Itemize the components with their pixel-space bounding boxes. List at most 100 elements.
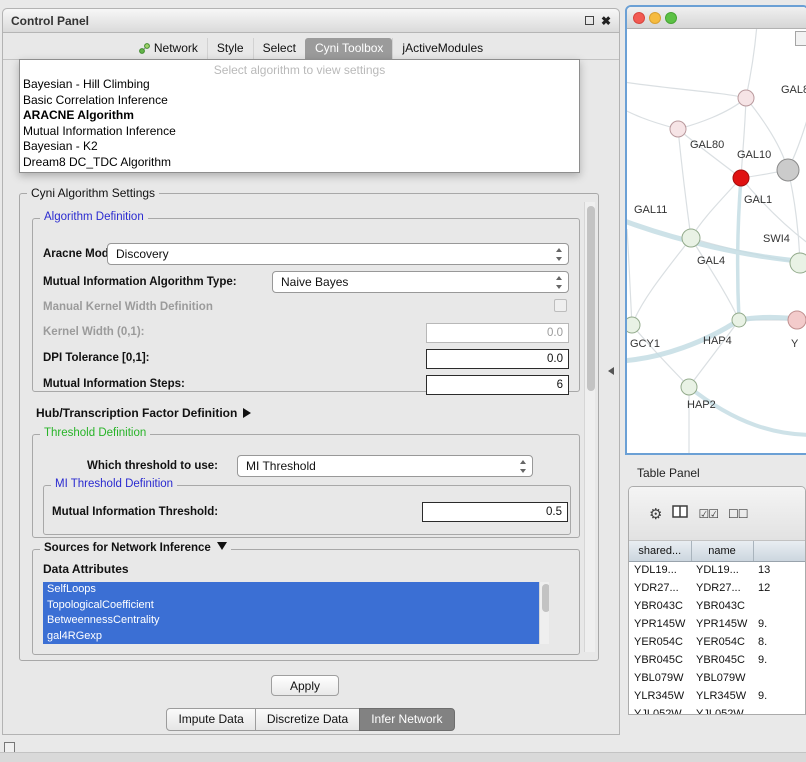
- settings-scrollbar-thumb[interactable]: [587, 206, 595, 391]
- node[interactable]: [627, 317, 640, 333]
- node[interactable]: [670, 121, 686, 137]
- node-label: GAL10: [737, 149, 771, 161]
- data-attributes-list: SelfLoops TopologicalCoefficient Between…: [43, 582, 549, 644]
- which-threshold-value: MI Threshold: [246, 459, 316, 473]
- tab-network[interactable]: Network: [130, 38, 207, 59]
- node[interactable]: [732, 313, 746, 327]
- attribute-item-selected[interactable]: BetweennessCentrality: [43, 613, 549, 629]
- tab-impute-data[interactable]: Impute Data: [166, 708, 255, 731]
- zoom-traffic-light[interactable]: [665, 12, 677, 24]
- bottom-tabs: Impute Data Discretize Data Infer Networ…: [3, 708, 619, 731]
- mi-type-value: Naive Bayes: [281, 275, 348, 289]
- tab-select[interactable]: Select: [253, 38, 305, 59]
- attribute-item-selected[interactable]: gal4RGexp: [43, 629, 549, 645]
- control-panel-window: Control Panel ✖ Network Style Select Cyn…: [2, 8, 620, 735]
- node[interactable]: [790, 253, 806, 273]
- column-header[interactable]: name: [691, 541, 753, 561]
- close-traffic-light[interactable]: [633, 12, 645, 24]
- aracne-mode-combo[interactable]: Discovery: [107, 243, 569, 265]
- algorithm-item[interactable]: Dream8 DC_TDC Algorithm: [20, 155, 579, 171]
- select-all-checkboxes-icon[interactable]: ☑☑: [698, 507, 718, 521]
- gear-icon[interactable]: ⚙: [649, 505, 662, 523]
- sources-group-title[interactable]: Sources for Network Inference: [40, 542, 231, 554]
- cyni-algorithm-settings-group: Cyni Algorithm Settings Algorithm Defini…: [19, 193, 599, 661]
- threshold-definition-group: Threshold Definition Which threshold to …: [32, 434, 580, 538]
- node[interactable]: [681, 379, 697, 395]
- algorithm-item[interactable]: Mutual Information Inference: [20, 124, 579, 140]
- attribute-item-selected[interactable]: TopologicalCoefficient: [43, 598, 549, 614]
- manual-kernel-checkbox[interactable]: [554, 299, 567, 312]
- tab-jactivemodules[interactable]: jActiveModules: [392, 38, 492, 59]
- algorithm-item[interactable]: Basic Correlation Inference: [20, 93, 579, 109]
- mi-steps-label: Mutual Information Steps:: [43, 378, 185, 390]
- apply-button[interactable]: Apply: [271, 675, 339, 696]
- tab-style[interactable]: Style: [207, 38, 253, 59]
- aracne-mode-value: Discovery: [116, 247, 169, 261]
- control-panel-titlebar[interactable]: Control Panel ✖: [3, 9, 619, 33]
- node-label: GAL4: [697, 255, 725, 267]
- node[interactable]: [788, 311, 806, 329]
- column-header[interactable]: [753, 541, 806, 561]
- mi-threshold-field[interactable]: 0.5: [422, 502, 568, 522]
- splitter-collapse-icon[interactable]: [608, 367, 614, 375]
- float-window-icon[interactable]: [585, 16, 594, 25]
- algorithm-item[interactable]: Bayesian - Hill Climbing: [20, 77, 579, 93]
- which-threshold-combo[interactable]: MI Threshold: [237, 455, 533, 477]
- algorithm-item[interactable]: Bayesian - K2: [20, 139, 579, 155]
- table-row[interactable]: YPR145WYPR145W9.: [629, 615, 806, 633]
- node-label: GAL8: [781, 84, 806, 96]
- settings-group-title: Cyni Algorithm Settings: [27, 186, 159, 200]
- sources-title-label: Sources for Network Inference: [44, 542, 211, 554]
- node[interactable]: [738, 90, 754, 106]
- expand-right-icon: [243, 408, 251, 418]
- table-row[interactable]: YLR345WYLR345W9.: [629, 687, 806, 705]
- algorithm-definition-group: Algorithm Definition Aracne Mode: Discov…: [32, 218, 580, 392]
- table-row[interactable]: YBR043CYBR043C: [629, 597, 806, 615]
- settings-scrollbar[interactable]: [584, 202, 595, 652]
- tab-cyni-toolbox[interactable]: Cyni Toolbox: [305, 38, 392, 59]
- canvas-corner-control[interactable]: [795, 31, 806, 46]
- tab-infer-network[interactable]: Infer Network: [359, 708, 454, 731]
- table-row[interactable]: YDR27...YDR27...12: [629, 579, 806, 597]
- algorithm-placeholder-item[interactable]: Select algorithm to view settings: [20, 60, 579, 77]
- table-row[interactable]: YDL19...YDL19...13: [629, 561, 806, 579]
- dpi-tolerance-label: DPI Tolerance [0,1]:: [43, 352, 150, 364]
- sources-group: Sources for Network Inference Data Attri…: [32, 549, 580, 655]
- node-red[interactable]: [733, 170, 749, 186]
- attributes-scrollbar[interactable]: [539, 582, 549, 644]
- kernel-width-field[interactable]: 0.0: [426, 323, 569, 343]
- dpi-tolerance-field[interactable]: 0.0: [426, 349, 569, 369]
- node-label: SWI4: [763, 233, 790, 245]
- table-row[interactable]: YER054CYER054C8.: [629, 633, 806, 651]
- table-row[interactable]: YBL079WYBL079W: [629, 669, 806, 687]
- network-view-window: GAL80 GAL10 GAL11 GAL1 SWI4 GAL4 GCY1 HA…: [625, 5, 806, 455]
- window-title: Control Panel: [11, 14, 89, 28]
- table-row[interactable]: YJL052WYJL052W: [629, 705, 806, 715]
- algorithm-item-selected[interactable]: ARACNE Algorithm: [20, 108, 579, 124]
- node-label: Y: [791, 338, 799, 350]
- mi-steps-field[interactable]: 6: [426, 375, 569, 395]
- close-icon[interactable]: ✖: [601, 16, 611, 26]
- network-canvas[interactable]: GAL80 GAL10 GAL11 GAL1 SWI4 GAL4 GCY1 HA…: [627, 29, 806, 454]
- attributes-scrollbar-thumb[interactable]: [542, 584, 550, 612]
- table-toolbar: ⚙ ☑☑ ☐☐: [629, 487, 805, 541]
- hub-section-toggle[interactable]: Hub/Transcription Factor Definition: [36, 406, 251, 420]
- node[interactable]: [777, 159, 799, 181]
- kernel-width-label: Kernel Width (0,1):: [43, 326, 144, 338]
- which-threshold-label: Which threshold to use:: [87, 460, 218, 472]
- deselect-all-checkboxes-icon[interactable]: ☐☐: [728, 507, 748, 521]
- tab-discretize-data[interactable]: Discretize Data: [255, 708, 360, 731]
- node-label: GAL1: [744, 194, 772, 206]
- table-row[interactable]: YBR045CYBR045C9.: [629, 651, 806, 669]
- mi-type-combo[interactable]: Naive Bayes: [272, 271, 569, 293]
- mi-threshold-group: MI Threshold Definition Mutual Informati…: [43, 485, 571, 535]
- table-panel-title: Table Panel: [637, 466, 700, 480]
- table-header-row: shared... name: [629, 541, 806, 561]
- network-window-titlebar[interactable]: [627, 7, 806, 29]
- minimize-traffic-light[interactable]: [649, 12, 661, 24]
- algorithm-definition-title: Algorithm Definition: [40, 211, 148, 223]
- columns-icon[interactable]: [672, 505, 688, 522]
- column-header[interactable]: shared...: [629, 541, 691, 561]
- attribute-item-selected[interactable]: SelfLoops: [43, 582, 549, 598]
- node[interactable]: [682, 229, 700, 247]
